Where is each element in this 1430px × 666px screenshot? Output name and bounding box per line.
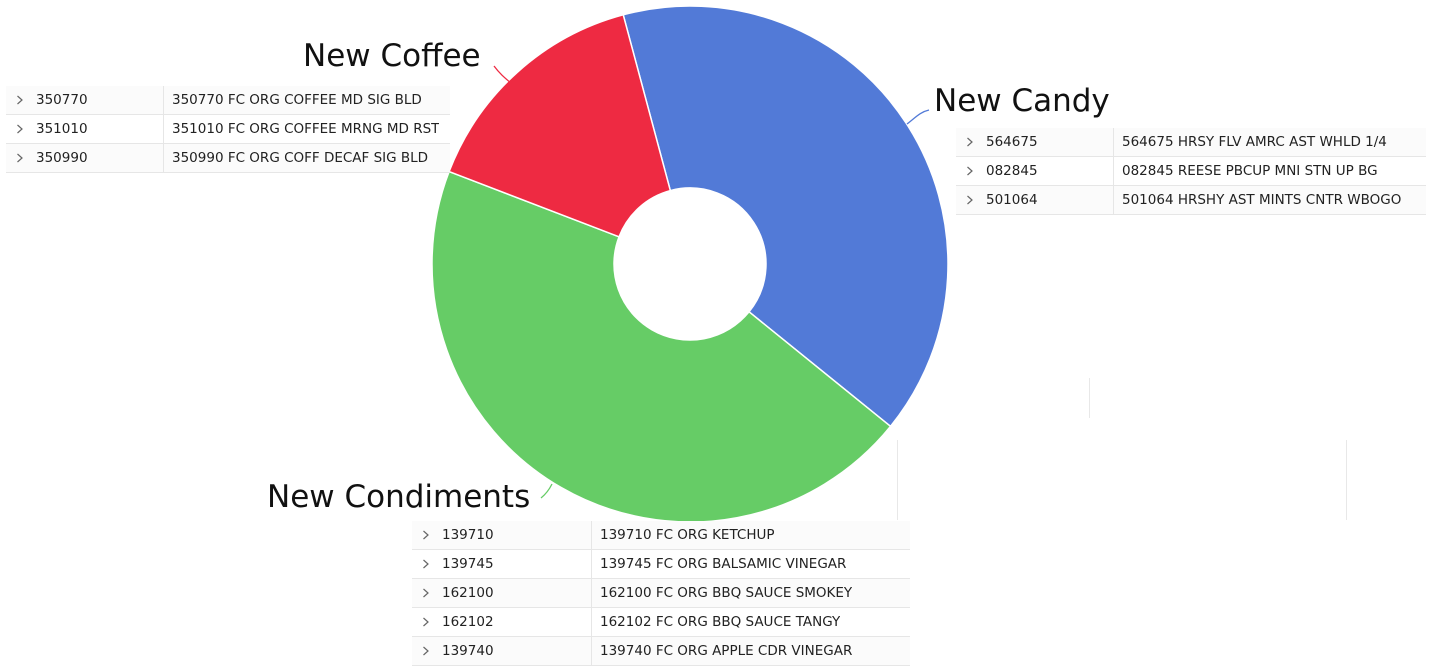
table-row[interactable]: 564675 564675 HRSY FLV AMRC AST WHLD 1/4 xyxy=(956,128,1426,157)
item-description: 350770 FC ORG COFFEE MD SIG BLD xyxy=(172,92,422,108)
item-description: 139740 FC ORG APPLE CDR VINEGAR xyxy=(600,643,853,659)
table-row[interactable]: 162102 162102 FC ORG BBQ SAUCE TANGY xyxy=(412,608,910,637)
chevron-right-icon[interactable] xyxy=(412,530,440,540)
item-code: 501064 xyxy=(984,186,1114,214)
table-row[interactable]: 501064 501064 HRSHY AST MINTS CNTR WBOGO xyxy=(956,186,1426,215)
item-code: 082845 xyxy=(984,157,1114,185)
table-row[interactable]: 350770 350770 FC ORG COFFEE MD SIG BLD xyxy=(6,86,450,115)
item-code: 350770 xyxy=(34,86,164,114)
slices-group xyxy=(431,5,949,523)
chevron-right-icon[interactable] xyxy=(956,195,984,205)
item-description: 082845 REESE PBCUP MNI STN UP BG xyxy=(1122,163,1378,179)
chevron-right-icon[interactable] xyxy=(412,559,440,569)
leader-line-coffee xyxy=(493,65,513,85)
slice-label-coffee: New Coffee xyxy=(303,38,481,74)
table-row[interactable]: 082845 082845 REESE PBCUP MNI STN UP BG xyxy=(956,157,1426,186)
item-description: 139745 FC ORG BALSAMIC VINEGAR xyxy=(600,556,847,572)
item-code: 162102 xyxy=(440,608,592,636)
item-description: 162102 FC ORG BBQ SAUCE TANGY xyxy=(600,614,841,630)
slice-label-condiments: New Condiments xyxy=(267,479,531,515)
table-row[interactable]: 350990 350990 FC ORG COFF DECAF SIG BLD xyxy=(6,144,450,173)
table-row[interactable]: 351010 351010 FC ORG COFFEE MRNG MD RST xyxy=(6,115,450,144)
chevron-right-icon[interactable] xyxy=(6,153,34,163)
item-description: 564675 HRSY FLV AMRC AST WHLD 1/4 xyxy=(1122,134,1387,150)
item-description: 162100 FC ORG BBQ SAUCE SMOKEY xyxy=(600,585,853,601)
chevron-right-icon[interactable] xyxy=(412,588,440,598)
chevron-right-icon[interactable] xyxy=(412,617,440,627)
item-code: 139745 xyxy=(440,550,592,578)
item-code: 139710 xyxy=(440,521,592,549)
table-row[interactable]: 162100 162100 FC ORG BBQ SAUCE SMOKEY xyxy=(412,579,910,608)
condiments-items-table: 139710 139710 FC ORG KETCHUP 139745 1397… xyxy=(412,521,910,666)
faint-divider xyxy=(1089,378,1090,418)
item-description: 350990 FC ORG COFF DECAF SIG BLD xyxy=(172,150,429,166)
item-description: 139710 FC ORG KETCHUP xyxy=(600,527,775,543)
chevron-right-icon[interactable] xyxy=(956,166,984,176)
candy-items-table: 564675 564675 HRSY FLV AMRC AST WHLD 1/4… xyxy=(956,128,1426,215)
chevron-right-icon[interactable] xyxy=(6,95,34,105)
item-description: 501064 HRSHY AST MINTS CNTR WBOGO xyxy=(1122,192,1402,208)
slice-label-candy: New Candy xyxy=(934,83,1110,119)
leader-line-condiments xyxy=(540,483,553,499)
item-code: 139740 xyxy=(440,637,592,665)
chevron-right-icon[interactable] xyxy=(412,646,440,656)
table-row[interactable]: 139710 139710 FC ORG KETCHUP xyxy=(412,521,910,550)
item-description: 351010 FC ORG COFFEE MRNG MD RST xyxy=(172,121,440,137)
chevron-right-icon[interactable] xyxy=(956,137,984,147)
item-code: 350990 xyxy=(34,144,164,172)
coffee-items-table: 350770 350770 FC ORG COFFEE MD SIG BLD 3… xyxy=(6,86,450,173)
table-row[interactable]: 139745 139745 FC ORG BALSAMIC VINEGAR xyxy=(412,550,910,579)
faint-divider xyxy=(897,440,898,520)
item-code: 351010 xyxy=(34,115,164,143)
faint-divider xyxy=(1346,440,1347,520)
item-code: 162100 xyxy=(440,579,592,607)
chevron-right-icon[interactable] xyxy=(6,124,34,134)
leader-line-candy xyxy=(906,109,930,125)
item-code: 564675 xyxy=(984,128,1114,156)
